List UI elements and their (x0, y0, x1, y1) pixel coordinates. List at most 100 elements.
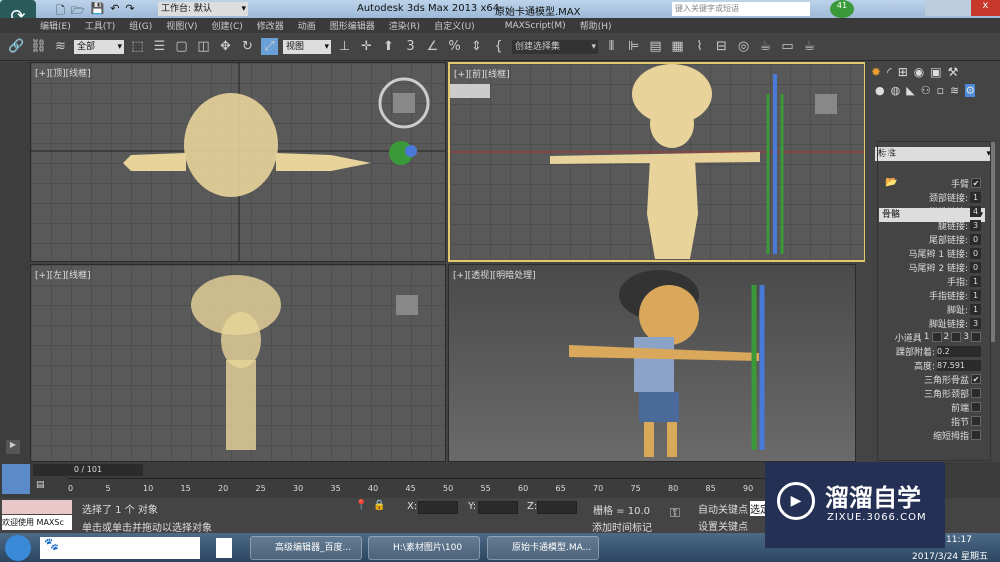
link-icon[interactable]: 🔗 (8, 38, 25, 55)
align-icon[interactable]: ⊫ (625, 38, 642, 55)
workspace-dropdown[interactable]: 工作台: 默认 (158, 2, 248, 16)
cameras-icon[interactable]: ⚇ (921, 84, 931, 97)
reference-coordinate-dropdown[interactable]: 视图 (283, 39, 331, 54)
utilities-tab-icon[interactable]: ⚒ (948, 65, 959, 79)
menu-modifiers[interactable]: 修改器 (257, 19, 284, 32)
menu-rendering[interactable]: 渲染(R) (389, 19, 420, 32)
material-editor-icon[interactable]: ◎ (735, 38, 752, 55)
time-slider[interactable]: 0 / 101 (33, 464, 143, 476)
select-by-name-icon[interactable]: ☰ (151, 38, 168, 55)
triangle-pelvis-checkbox[interactable]: ✔ (971, 374, 981, 384)
start-button[interactable] (5, 535, 31, 561)
spinner-snap-icon[interactable]: ⇕ (468, 38, 485, 55)
edit-named-selection-icon[interactable]: { (490, 38, 507, 55)
toe-links-spinner[interactable]: 3 (970, 317, 981, 329)
menu-tools[interactable]: 工具(T) (85, 19, 116, 32)
render-setup-icon[interactable]: ☕ (757, 38, 774, 55)
scale-icon[interactable]: ⤢ (261, 38, 278, 55)
knuckles-checkbox[interactable] (971, 416, 981, 426)
maxscript-mini[interactable]: 欢迎使用 MAXSc (2, 515, 72, 530)
menu-customize[interactable]: 自定义(U) (434, 19, 475, 32)
viewport-top[interactable]: [+][顶][线框] (30, 62, 446, 262)
layer-manager-icon[interactable]: ▤ (647, 38, 664, 55)
notification-badge[interactable]: 41 (830, 0, 854, 18)
leg-links-spinner[interactable]: 3 (970, 219, 981, 231)
motion-tab-icon[interactable]: ◉ (914, 65, 924, 79)
hierarchy-tab-icon[interactable]: ⊞ (898, 65, 908, 79)
y-field[interactable] (478, 501, 518, 514)
selection-filter-dropdown[interactable]: 全部 (74, 39, 124, 54)
file-icon[interactable] (216, 538, 232, 558)
shapes-icon[interactable]: ◍ (891, 84, 901, 97)
window-crossing-icon[interactable]: ◫ (195, 38, 212, 55)
command-panel-scrollbar[interactable] (991, 142, 995, 342)
create-tab-icon[interactable]: ✹ (871, 65, 881, 79)
scene-explorer-icon[interactable]: ▦ (669, 38, 686, 55)
neck-links-spinner[interactable]: 1 (970, 191, 981, 203)
spacewarps-icon[interactable]: ≋ (950, 84, 959, 97)
ponytail1-links-spinner[interactable]: 0 (970, 247, 981, 259)
search-box[interactable]: 🐾 (40, 537, 200, 559)
close-button[interactable]: x (971, 0, 1000, 16)
clock-time[interactable]: 11:17 (946, 535, 972, 545)
rendered-frame-icon[interactable]: ▭ (779, 38, 796, 55)
snap-toggle-icon[interactable]: 3 (402, 38, 419, 55)
unlink-icon[interactable]: ⛓ (30, 38, 47, 55)
ponytail2-links-spinner[interactable]: 0 (970, 261, 981, 273)
geometry-icon[interactable]: ● (875, 84, 885, 97)
display-tab-icon[interactable]: ▣ (930, 65, 941, 79)
menu-create[interactable]: 创建(C) (211, 19, 242, 32)
viewport-left[interactable]: [+][左][线框] (30, 264, 446, 462)
bind-space-warp-icon[interactable]: ≋ (52, 38, 69, 55)
prop1-checkbox[interactable] (931, 332, 942, 342)
auto-key-button[interactable]: 自动关键点 (698, 501, 748, 516)
lights-icon[interactable]: ◣ (906, 84, 914, 97)
triangle-neck-checkbox[interactable] (971, 388, 981, 398)
menu-graph-editors[interactable]: 图形编辑器 (330, 19, 375, 32)
rotate-icon[interactable]: ↻ (239, 38, 256, 55)
height-spinner[interactable]: 87.591 (937, 359, 981, 371)
add-time-tag[interactable]: 添加时间标记 (592, 519, 652, 534)
finger-links-spinner[interactable]: 1 (970, 289, 981, 301)
menu-group[interactable]: 组(G) (129, 19, 152, 32)
task-folder[interactable]: H:\素材图片\100 (368, 536, 480, 560)
prop2-checkbox[interactable] (951, 332, 962, 342)
prop3-checkbox[interactable] (971, 332, 981, 342)
rect-selection-icon[interactable]: ▢ (173, 38, 190, 55)
menu-help[interactable]: 帮助(H) (580, 19, 612, 32)
angle-snap-icon[interactable]: ∠ (424, 38, 441, 55)
tail-links-spinner[interactable]: 0 (970, 233, 981, 245)
z-field[interactable] (537, 501, 577, 514)
viewport-layout-icon[interactable] (2, 464, 30, 494)
manipulate-icon[interactable]: ✛ (358, 38, 375, 55)
menu-edit[interactable]: 编辑(E) (40, 19, 71, 32)
forefeet-checkbox[interactable] (971, 402, 981, 412)
modify-tab-icon[interactable]: ◜ (887, 65, 892, 79)
move-icon[interactable]: ✥ (217, 38, 234, 55)
systems-icon[interactable]: ⚙ (965, 84, 976, 97)
task-3dsmax[interactable]: 原始卡通模型.MA... (487, 536, 599, 560)
x-field[interactable] (418, 501, 458, 514)
key-icon[interactable]: ⚿ (670, 506, 680, 521)
search-input[interactable]: 键入关键字或短语 (672, 2, 810, 16)
maxscript-listener[interactable] (2, 500, 72, 514)
maximize-button[interactable] (951, 0, 971, 16)
clock-date[interactable]: 2017/3/24 星期五 (912, 549, 988, 562)
select-object-icon[interactable]: ⬚ (129, 38, 146, 55)
short-thumb-checkbox[interactable] (971, 430, 981, 440)
ankle-attach-spinner[interactable]: 0.2 (937, 345, 981, 357)
curve-editor-icon[interactable]: ⌇ (691, 38, 708, 55)
expand-icon[interactable]: ▶ (6, 440, 20, 454)
schematic-view-icon[interactable]: ⊟ (713, 38, 730, 55)
pivot-icon[interactable]: ⊥ (336, 38, 353, 55)
render-icon[interactable]: ☕ (801, 38, 818, 55)
menu-animation[interactable]: 动画 (298, 19, 316, 32)
menu-maxscript[interactable]: MAXScript(M) (505, 21, 566, 31)
arms-checkbox[interactable]: ✔ (971, 178, 981, 188)
curve-editor-mini-icon[interactable]: ▤ (36, 480, 45, 490)
minimize-button[interactable] (925, 0, 951, 16)
timeline-ruler[interactable]: 0 5 10 15 20 25 30 35 40 45 50 55 60 65 70 75 80 85 90 (68, 478, 768, 496)
viewport-perspective[interactable]: [+][透视][明暗处理] (448, 264, 856, 462)
viewport-front[interactable]: [+][前][线框] (448, 62, 866, 262)
spine-links-spinner[interactable]: 4 (970, 205, 981, 217)
